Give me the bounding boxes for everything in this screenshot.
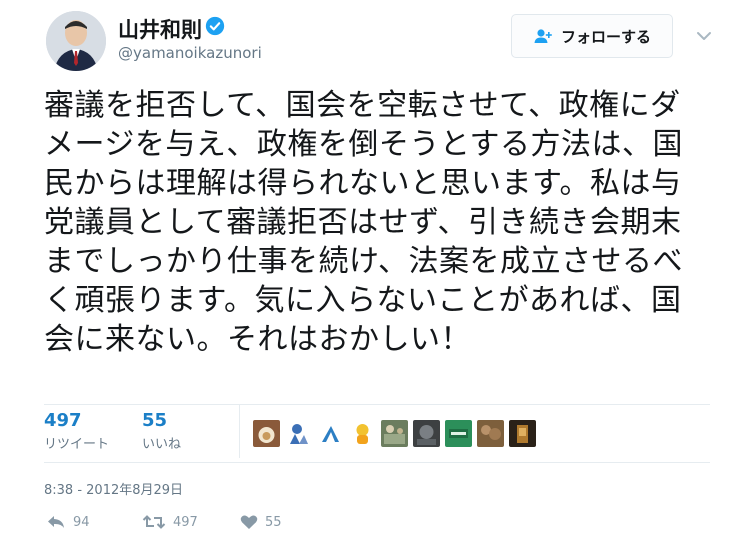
liker-avatar[interactable] [349, 420, 376, 447]
liker-avatar[interactable] [381, 420, 408, 447]
liker-avatar[interactable] [317, 420, 344, 447]
liker-avatar[interactable] [253, 420, 280, 447]
display-name[interactable]: 山井和則 [118, 14, 202, 44]
like-count: 55 [265, 514, 282, 530]
follow-button[interactable]: フォローする [511, 14, 673, 58]
handle[interactable]: @yamanoikazunori [118, 44, 262, 62]
divider-bottom [44, 462, 710, 463]
retweet-button[interactable]: 497 [142, 514, 198, 530]
tweet-text: 審議を拒否して、国会を空転させて、政権にダメージを与え、政権を倒そうとする方法は… [44, 88, 683, 357]
reply-button[interactable]: 94 [46, 514, 90, 530]
like-button[interactable]: 55 [240, 514, 282, 530]
liker-avatar[interactable] [477, 420, 504, 447]
tweet-card: 山井和則 @yamanoikazunori フォローする 審議を拒否して、国会を… [0, 0, 750, 536]
retweets-label[interactable]: リツイート [44, 433, 109, 452]
liker-avatar[interactable] [509, 420, 536, 447]
stats-separator [239, 405, 240, 458]
follow-button-label: フォローする [560, 27, 651, 46]
heart-icon [240, 515, 258, 529]
likes-count[interactable]: 55 [142, 410, 167, 431]
reply-icon [48, 516, 64, 528]
liker-avatars [253, 420, 536, 447]
liker-avatar[interactable] [445, 420, 472, 447]
divider-top [44, 404, 710, 405]
verified-badge-icon [205, 16, 225, 36]
retweet-icon [142, 515, 166, 529]
avatar[interactable] [46, 11, 106, 71]
retweets-count[interactable]: 497 [44, 410, 82, 431]
timestamp[interactable]: 8:38 - 2012年8月29日 [44, 479, 183, 498]
likes-label[interactable]: いいね [142, 433, 181, 452]
person-avatar-icon [46, 11, 106, 71]
reply-count: 94 [73, 514, 90, 530]
liker-avatar[interactable] [413, 420, 440, 447]
retweet-count: 497 [173, 514, 198, 530]
chevron-down-icon[interactable] [694, 28, 714, 44]
add-user-icon [534, 29, 552, 43]
liker-avatar[interactable] [285, 420, 312, 447]
